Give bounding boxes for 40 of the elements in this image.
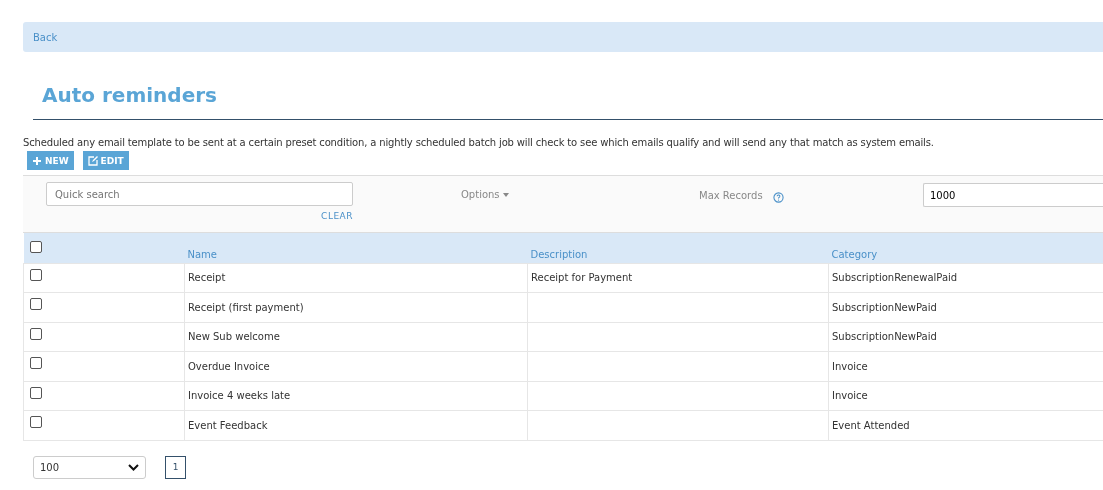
table-cell: SubscriptionNewPaid (832, 301, 937, 313)
clear-link[interactable]: CLEAR (321, 211, 353, 221)
table-cell: Receipt (first payment) (188, 301, 304, 313)
select-all-checkbox[interactable] (29, 240, 42, 253)
table-cell: Receipt (188, 272, 226, 284)
table-cell: Receipt for Payment (531, 272, 633, 284)
options-dropdown[interactable]: Options (461, 188, 699, 201)
page-button[interactable]: 1 (165, 455, 186, 479)
column-header[interactable]: Category (828, 233, 1103, 263)
row-checkbox[interactable] (30, 268, 42, 281)
table-cell: SubscriptionNewPaid (832, 331, 937, 343)
table-cell: New Sub welcome (188, 331, 280, 343)
table-cell: Overdue Invoice (188, 360, 270, 372)
new-button[interactable]: NEW (27, 151, 74, 170)
page-title: Auto reminders (42, 82, 218, 109)
table-cell: Invoice 4 weeks late (188, 390, 291, 402)
page-description: Scheduled any email template to be sent at a certain preset condition, a nightly scheduled batch job will check to see which emails qualify and will send any that match as system emails. (23, 137, 935, 148)
page-size-select[interactable]: 100 (33, 455, 146, 479)
row-checkbox[interactable] (30, 298, 42, 311)
row-checkbox[interactable] (30, 386, 42, 399)
table-cell: SubscriptionRenewalPaid (832, 272, 958, 284)
table-cell: Event Attended (832, 419, 910, 431)
plus-icon (32, 155, 42, 166)
search-field[interactable]: Quick search (46, 182, 353, 206)
row-checkbox[interactable] (30, 416, 42, 429)
back-link[interactable]: Back (33, 31, 58, 43)
max-records-field[interactable]: 1000 (923, 183, 1103, 207)
row-checkbox[interactable] (30, 357, 42, 370)
table-cell: Invoice (832, 390, 868, 402)
row-checkbox[interactable] (30, 327, 42, 340)
caret-icon (502, 192, 509, 197)
help-icon[interactable] (772, 191, 784, 203)
edit-icon (87, 155, 98, 166)
max-records-label: Max Records (699, 189, 763, 201)
table-cell: Event Feedback (188, 419, 268, 431)
table-cell: Invoice (832, 360, 868, 372)
column-header[interactable]: Name (184, 233, 528, 263)
column-header[interactable]: Description (527, 233, 829, 263)
edit-button[interactable]: EDIT (82, 151, 129, 170)
chevron-down-icon (128, 463, 139, 471)
